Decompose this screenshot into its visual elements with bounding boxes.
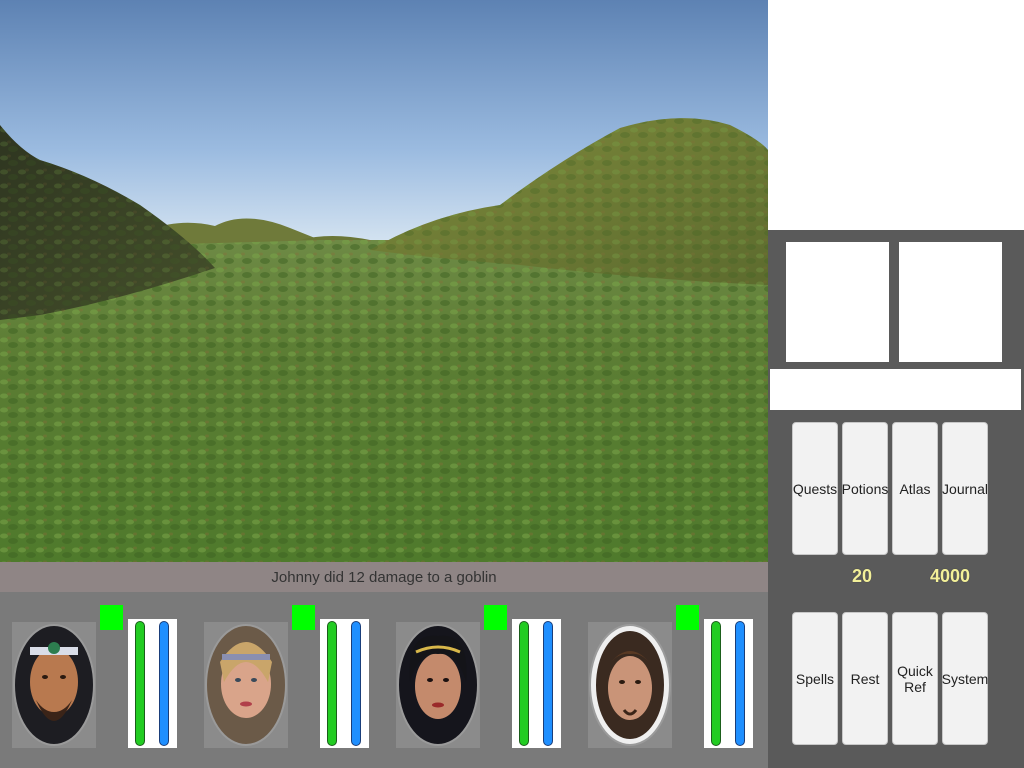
bearded-warrior-portrait[interactable] [12,622,96,748]
message-log: Johnny did 12 damage to a goblin [0,562,768,592]
equipment-slot-right[interactable] [899,242,1002,362]
mana-bar [351,621,361,746]
system-button[interactable]: System [942,612,988,745]
party-member-1 [0,592,192,768]
journal-button[interactable]: Journal [942,422,988,555]
party-bar [0,592,768,768]
select-member-3[interactable] [484,605,507,630]
party-member-4 [576,592,768,768]
terrain-scene [0,0,768,562]
potions-button[interactable]: Potions [842,422,888,555]
quick-ref-button[interactable]: Quick Ref [892,612,938,745]
health-bar [327,621,337,746]
member-4-bars [704,619,753,748]
side-panel: Quests Potions Atlas Journal 20 4000 Spe… [768,230,1024,768]
health-bar [711,621,721,746]
member-1-bars [128,619,177,748]
member-3-bars [512,619,561,748]
young-man-portrait[interactable] [588,622,672,748]
info-bar [770,369,1021,410]
select-member-4[interactable] [676,605,699,630]
spells-button[interactable]: Spells [792,612,838,745]
mana-bar [735,621,745,746]
atlas-button[interactable]: Atlas [892,422,938,555]
equipment-slot-left[interactable] [786,242,889,362]
party-member-3 [384,592,576,768]
blonde-woman-portrait[interactable] [204,622,288,748]
health-bar [135,621,145,746]
counter-first: 20 [852,566,873,586]
counter-second: 4000 [930,566,971,586]
quests-button[interactable]: Quests [792,422,838,555]
rest-button[interactable]: Rest [842,612,888,745]
select-member-2[interactable] [292,605,315,630]
party-member-2 [192,592,384,768]
mana-bar [159,621,169,746]
member-2-bars [320,619,369,748]
health-bar [519,621,529,746]
game-viewport[interactable] [0,0,768,562]
dark-haired-woman-portrait[interactable] [396,622,480,748]
minimap-panel[interactable] [768,0,1024,230]
select-member-1[interactable] [100,605,123,630]
mana-bar [543,621,553,746]
